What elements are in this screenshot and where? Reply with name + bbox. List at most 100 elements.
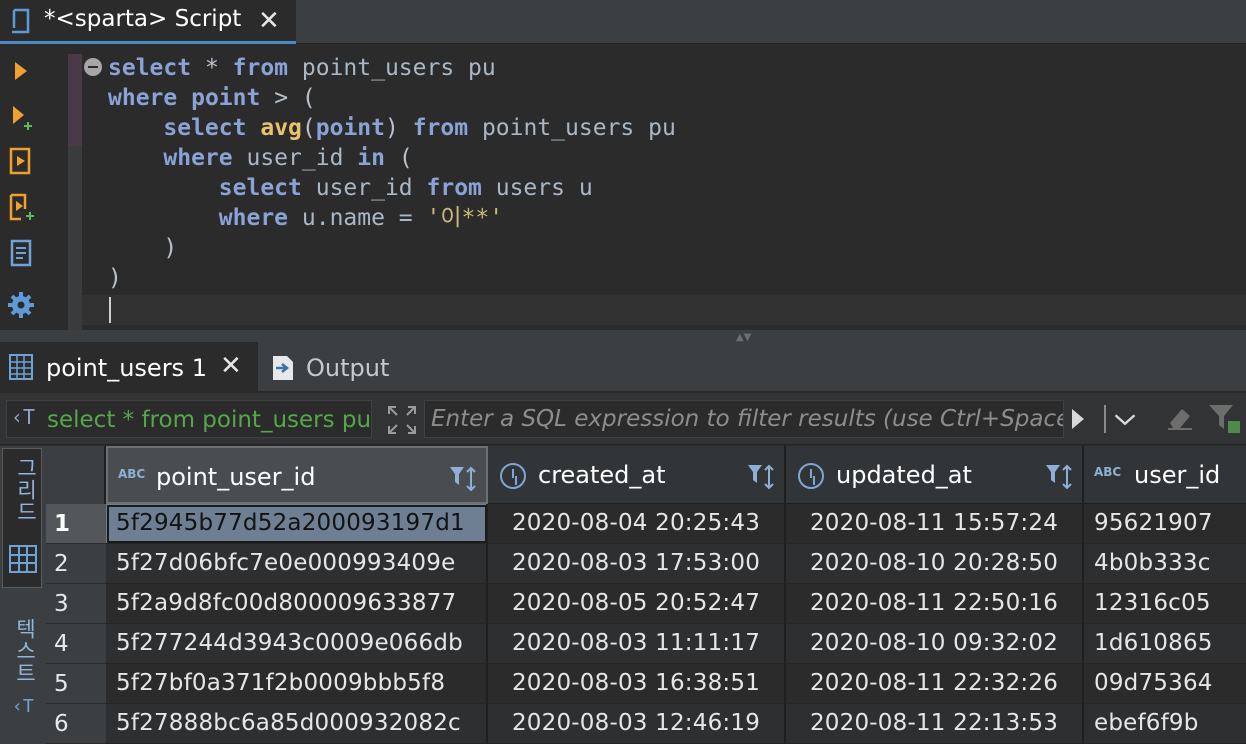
- code-line[interactable]: [108, 293, 676, 323]
- code-token: from: [232, 55, 289, 81]
- table-cell-created-at[interactable]: 2020-08-03 16:38:51: [488, 664, 786, 704]
- tab-output-label: Output: [306, 354, 390, 382]
- row-number[interactable]: 5: [46, 664, 106, 704]
- row-number-header: [46, 446, 106, 504]
- filter-expression-input[interactable]: [424, 400, 1064, 438]
- sql-editor[interactable]: select * from point_users pu where point …: [52, 44, 1246, 330]
- column-header-label: point_user_id: [156, 463, 316, 491]
- filter-sort-icon[interactable]: [746, 461, 778, 493]
- tab-text-view[interactable]: 텍스트 ‹T: [2, 614, 42, 724]
- filter-sort-icon[interactable]: [1044, 461, 1076, 493]
- code-token: point_users pu: [468, 115, 676, 141]
- results-grid[interactable]: ABC point_user_id created_at updated_at …: [46, 446, 1246, 744]
- code-line[interactable]: select avg(point) from point_users pu: [108, 113, 676, 143]
- code-line[interactable]: where u.name = '이**': [108, 203, 676, 233]
- table-row[interactable]: 5 5f27bf0a371f2b0009bbb5f8 2020-08-03 16:3…: [46, 664, 1246, 704]
- table-cell-updated-at[interactable]: 2020-08-11 15:57:24: [786, 504, 1084, 544]
- row-number[interactable]: 6: [46, 704, 106, 744]
- eraser-icon[interactable]: [1164, 401, 1196, 433]
- close-icon[interactable]: ✕: [258, 8, 280, 34]
- column-header-label: updated_at: [836, 461, 972, 489]
- code-line[interactable]: ): [108, 263, 676, 293]
- apply-filter-icon[interactable]: [1068, 405, 1090, 433]
- table-cell-created-at[interactable]: 2020-08-05 20:52:47: [488, 584, 786, 624]
- execute-statement-new-tab-icon[interactable]: [4, 100, 38, 134]
- code-line[interactable]: select * from point_users pu: [108, 53, 676, 83]
- table-cell-user-id[interactable]: 95621907: [1084, 504, 1246, 544]
- text-type-icon: ABC: [118, 467, 146, 481]
- code-token: in: [357, 145, 385, 171]
- text-view-label: 텍스트: [13, 618, 37, 684]
- execute-statement-icon[interactable]: [4, 54, 38, 88]
- code-line[interactable]: where point > (: [108, 83, 676, 113]
- table-cell-point-user-id[interactable]: 5f27bf0a371f2b0009bbb5f8: [106, 664, 488, 704]
- table-cell-updated-at[interactable]: 2020-08-11 22:50:16: [786, 584, 1084, 624]
- table-row[interactable]: 2 5f27d06bfc7e0e000993409e 2020-08-03 17:5…: [46, 544, 1246, 584]
- settings-gear-icon[interactable]: [4, 288, 38, 322]
- table-cell-point-user-id[interactable]: 5f27888bc6a85d000932082c: [106, 704, 488, 744]
- expand-icon[interactable]: [386, 404, 418, 436]
- table-row[interactable]: 3 5f2a9d8fc00d800009633877 2020-08-05 20:5…: [46, 584, 1246, 624]
- row-number[interactable]: 2: [46, 544, 106, 584]
- tab-results-label: point_users 1: [46, 354, 207, 382]
- table-cell-user-id[interactable]: ebef6f9b: [1084, 704, 1246, 744]
- table-row[interactable]: 4 5f277244d3943c0009e066db 2020-08-03 11:1…: [46, 624, 1246, 664]
- table-cell-updated-at[interactable]: 2020-08-10 09:32:02: [786, 624, 1084, 664]
- row-number[interactable]: 1: [46, 504, 106, 544]
- code-line[interactable]: select user_id from users u: [108, 173, 676, 203]
- code-token: point: [191, 85, 261, 111]
- table-cell-created-at[interactable]: 2020-08-03 12:46:19: [488, 704, 786, 744]
- code-token: > (: [260, 85, 316, 111]
- table-cell-point-user-id[interactable]: 5f2a9d8fc00d800009633877: [106, 584, 488, 624]
- table-cell-point-user-id[interactable]: 5f277244d3943c0009e066db: [106, 624, 488, 664]
- chevron-down-icon[interactable]: [1104, 405, 1144, 433]
- table-cell-point-user-id[interactable]: 5f27d06bfc7e0e000993409e: [106, 544, 488, 584]
- code-line[interactable]: where user_id in (: [108, 143, 676, 173]
- sql-text-icon: ‹T: [11, 405, 36, 429]
- execute-script-new-tab-icon[interactable]: [4, 190, 38, 224]
- explain-plan-icon[interactable]: [4, 236, 38, 270]
- fold-collapse-icon[interactable]: [84, 58, 102, 76]
- table-cell-updated-at[interactable]: 2020-08-10 20:28:50: [786, 544, 1084, 584]
- table-cell-user-id[interactable]: 12316c05: [1084, 584, 1246, 624]
- code-token: ): [108, 235, 178, 261]
- code-token: *: [191, 55, 233, 81]
- output-log-icon: [273, 356, 293, 380]
- column-header-created-at[interactable]: created_at: [488, 446, 786, 504]
- tab-results-grid[interactable]: point_users 1 ✕: [0, 342, 258, 392]
- editor-results-splitter[interactable]: ▲▼: [0, 330, 1246, 343]
- column-header-updated-at[interactable]: updated_at: [786, 446, 1084, 504]
- execute-script-icon[interactable]: [4, 144, 38, 178]
- table-cell-user-id[interactable]: 4b0b333c: [1084, 544, 1246, 584]
- code-token: where: [218, 205, 289, 231]
- table-cell-created-at[interactable]: 2020-08-03 11:11:17: [488, 624, 786, 664]
- close-icon[interactable]: ✕: [220, 352, 242, 380]
- table-cell-point-user-id[interactable]: 5f2945b77d52a200093197d1: [106, 504, 488, 544]
- table-cell-updated-at[interactable]: 2020-08-11 22:13:53: [786, 704, 1084, 744]
- code-line[interactable]: ): [108, 233, 676, 263]
- table-cell-created-at[interactable]: 2020-08-04 20:25:43: [488, 504, 786, 544]
- table-cell-user-id[interactable]: 09d75364: [1084, 664, 1246, 704]
- query-text-preview[interactable]: ‹T select * from point_users pu: [6, 400, 372, 438]
- query-preview-text: select * from point_users pu: [47, 407, 371, 433]
- table-cell-updated-at[interactable]: 2020-08-11 22:32:26: [786, 664, 1084, 704]
- row-number[interactable]: 4: [46, 624, 106, 664]
- editor-toolbar: [0, 44, 52, 330]
- row-number[interactable]: 3: [46, 584, 106, 624]
- filter-sort-icon[interactable]: [448, 463, 480, 495]
- tab-grid-view[interactable]: 그리드: [2, 448, 42, 588]
- filter-settings-icon[interactable]: [1206, 401, 1242, 435]
- tab-output[interactable]: Output: [268, 342, 408, 392]
- table-cell-user-id[interactable]: 1d610865: [1084, 624, 1246, 664]
- text-type-icon: ABC: [1094, 465, 1122, 479]
- sql-code[interactable]: select * from point_users pu where point …: [108, 53, 676, 323]
- script-tab[interactable]: *<sparta> Script ✕: [0, 0, 296, 44]
- table-row[interactable]: 6 5f27888bc6a85d000932082c 2020-08-03 12:4…: [46, 704, 1246, 744]
- code-token: point_users pu: [288, 55, 496, 81]
- column-header-user-id[interactable]: ABC user_id: [1084, 446, 1246, 504]
- clock-icon: [798, 463, 824, 489]
- column-header-point-user-id[interactable]: ABC point_user_id: [106, 446, 488, 504]
- table-cell-created-at[interactable]: 2020-08-03 17:53:00: [488, 544, 786, 584]
- table-row[interactable]: 1 5f2945b77d52a200093197d1 2020-08-04 20:2…: [46, 504, 1246, 544]
